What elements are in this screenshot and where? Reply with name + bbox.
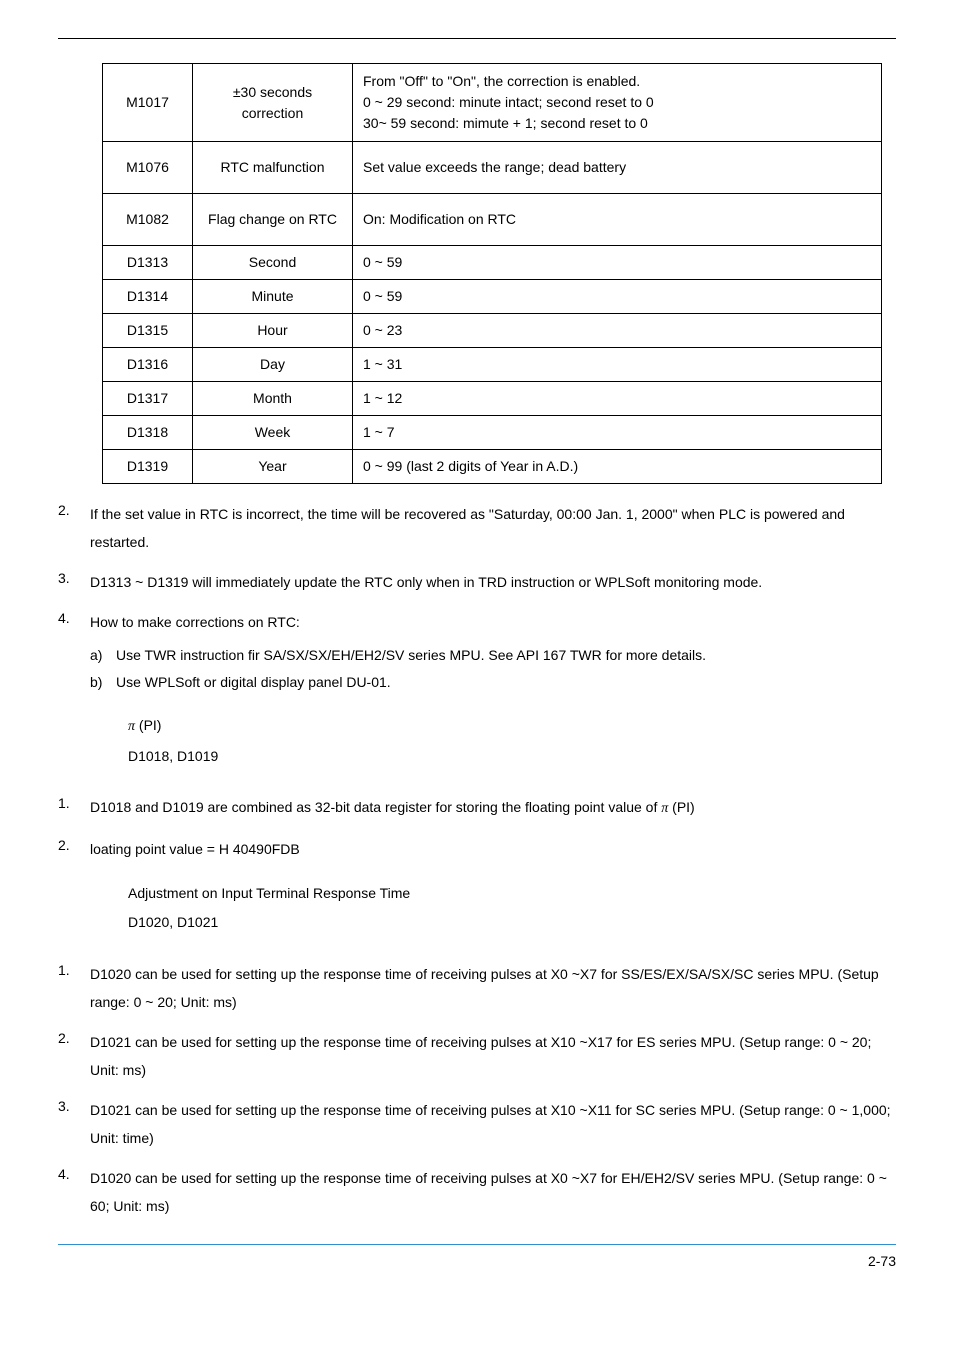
pi-registers: D1018, D1019 bbox=[128, 742, 896, 771]
section-pi: π (PI) D1018, D1019 bbox=[128, 711, 896, 771]
table-cell: D1317 bbox=[103, 382, 193, 416]
list-marker: 4. bbox=[58, 1164, 90, 1220]
table-cell: Month bbox=[193, 382, 353, 416]
table-cell: D1316 bbox=[103, 348, 193, 382]
list-text: loating point value = H 40490FDB bbox=[90, 835, 896, 863]
list-c: 1. D1020 can be used for setting up the … bbox=[58, 960, 896, 1220]
list-marker: 1. bbox=[58, 793, 90, 823]
list-marker: 3. bbox=[58, 1096, 90, 1152]
list-text: If the set value in RTC is incorrect, th… bbox=[90, 500, 896, 556]
list-text: D1021 can be used for setting up the res… bbox=[90, 1028, 896, 1084]
table-cell: M1082 bbox=[103, 194, 193, 246]
list-marker: 4. bbox=[58, 608, 90, 695]
list-marker: 2. bbox=[58, 835, 90, 863]
sub-text: Use WPLSoft or digital display panel DU-… bbox=[116, 669, 391, 696]
table-cell: 1 ~ 7 bbox=[353, 416, 882, 450]
table-cell: D1319 bbox=[103, 450, 193, 484]
footer: 2-73 bbox=[58, 1244, 896, 1272]
table-cell: On: Modification on RTC bbox=[353, 194, 882, 246]
list-text: D1021 can be used for setting up the res… bbox=[90, 1096, 896, 1152]
table-cell: Set value exceeds the range; dead batter… bbox=[353, 142, 882, 194]
sub-text: Use TWR instruction fir SA/SX/SX/EH/EH2/… bbox=[116, 642, 706, 669]
table-cell: Hour bbox=[193, 314, 353, 348]
list-a: 2. If the set value in RTC is incorrect,… bbox=[58, 500, 896, 695]
list-marker: 2. bbox=[58, 1028, 90, 1084]
sub-marker: b) bbox=[90, 669, 116, 696]
list-marker: 2. bbox=[58, 500, 90, 556]
page-number: 2-73 bbox=[868, 1253, 896, 1269]
table-cell: Minute bbox=[193, 280, 353, 314]
table-cell: 0 ~ 59 bbox=[353, 280, 882, 314]
table-cell: Year bbox=[193, 450, 353, 484]
adj-title: Adjustment on Input Terminal Response Ti… bbox=[128, 879, 896, 908]
table-cell: D1315 bbox=[103, 314, 193, 348]
table-cell: D1314 bbox=[103, 280, 193, 314]
sub-marker: a) bbox=[90, 642, 116, 669]
table-cell: 0 ~ 23 bbox=[353, 314, 882, 348]
list-b: 1. D1018 and D1019 are combined as 32-bi… bbox=[58, 793, 896, 863]
table-cell: From "Off" to "On", the correction is en… bbox=[353, 64, 882, 142]
list-marker: 1. bbox=[58, 960, 90, 1016]
list-text: D1020 can be used for setting up the res… bbox=[90, 960, 896, 1016]
rtc-table: M1017±30 seconds correctionFrom "Off" to… bbox=[102, 63, 882, 484]
list-text: D1020 can be used for setting up the res… bbox=[90, 1164, 896, 1220]
table-cell: Day bbox=[193, 348, 353, 382]
table-cell: M1017 bbox=[103, 64, 193, 142]
list-text: D1018 and D1019 are combined as 32-bit d… bbox=[90, 793, 896, 823]
adj-registers: D1020, D1021 bbox=[128, 908, 896, 937]
table-cell: Flag change on RTC bbox=[193, 194, 353, 246]
table-cell: 1 ~ 31 bbox=[353, 348, 882, 382]
table-cell: D1313 bbox=[103, 246, 193, 280]
table-cell: ±30 seconds correction bbox=[193, 64, 353, 142]
list-text: How to make corrections on RTC: bbox=[90, 614, 300, 630]
table-cell: 1 ~ 12 bbox=[353, 382, 882, 416]
list-body: How to make corrections on RTC: a) Use T… bbox=[90, 608, 896, 695]
table-cell: RTC malfunction bbox=[193, 142, 353, 194]
table-cell: Second bbox=[193, 246, 353, 280]
header-rule bbox=[58, 38, 896, 39]
list-marker: 3. bbox=[58, 568, 90, 596]
table-cell: D1318 bbox=[103, 416, 193, 450]
section-adjustment: Adjustment on Input Terminal Response Ti… bbox=[128, 879, 896, 938]
table-cell: Week bbox=[193, 416, 353, 450]
table-cell: M1076 bbox=[103, 142, 193, 194]
pi-label: (PI) bbox=[139, 717, 162, 733]
pi-symbol: π bbox=[128, 719, 135, 734]
table-cell: 0 ~ 59 bbox=[353, 246, 882, 280]
list-text: D1313 ~ D1319 will immediately update th… bbox=[90, 568, 896, 596]
table-cell: 0 ~ 99 (last 2 digits of Year in A.D.) bbox=[353, 450, 882, 484]
